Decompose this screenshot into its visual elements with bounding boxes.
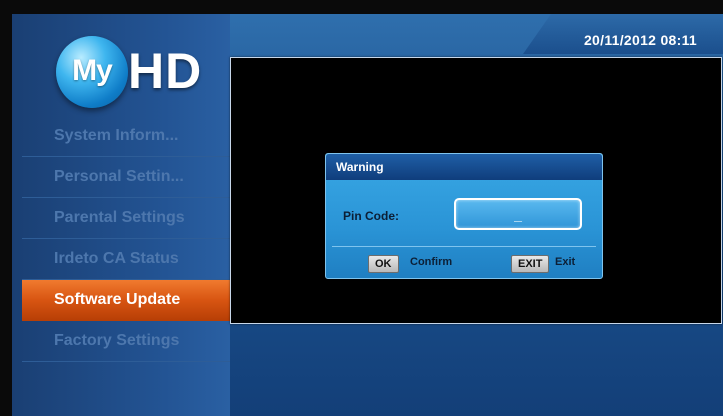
menu-item-label: Factory Settings	[54, 332, 180, 349]
exit-key-button[interactable]: EXIT	[511, 255, 550, 273]
tv-screen: My HD System Inform... Personal Settin..…	[12, 14, 723, 416]
menu-item-label: System Inform...	[54, 127, 179, 144]
settings-menu: System Inform... Personal Settin... Pare…	[22, 116, 230, 362]
menu-item-personal-settings[interactable]: Personal Settin...	[22, 157, 230, 198]
menu-item-label: Software Update	[54, 291, 181, 308]
left-panel: My HD System Inform... Personal Settin..…	[12, 14, 230, 416]
confirm-label: Confirm	[410, 256, 453, 268]
dialog-title: Warning	[336, 160, 384, 174]
date-time: 20/11/2012 08:11	[583, 32, 697, 48]
pin-code-label: Pin Code:	[343, 209, 399, 223]
dialog-divider	[332, 246, 596, 247]
ok-key-button[interactable]: OK	[368, 255, 399, 273]
myhd-logo: My HD	[56, 36, 226, 116]
menu-item-system-information[interactable]: System Inform...	[22, 116, 230, 157]
menu-item-factory-settings[interactable]: Factory Settings	[22, 321, 230, 362]
dialog-title-bar: Warning	[326, 154, 602, 180]
menu-item-label: Parental Settings	[54, 209, 185, 226]
exit-label: Exit	[555, 256, 576, 268]
menu-item-parental-settings[interactable]: Parental Settings	[22, 198, 230, 239]
logo-my-text: My	[72, 54, 113, 87]
menu-item-label: Irdeto CA Status	[54, 250, 179, 267]
pin-code-input[interactable]: _	[454, 198, 582, 230]
logo-hd-text: HD	[128, 43, 203, 99]
menu-item-software-update[interactable]: Software Update	[22, 280, 230, 321]
pin-dialog: Warning Pin Code: _ OK Confirm EXIT Exit	[325, 153, 603, 279]
menu-item-irdeto-ca-status[interactable]: Irdeto CA Status	[22, 239, 230, 280]
menu-item-label: Personal Settin...	[54, 168, 184, 185]
